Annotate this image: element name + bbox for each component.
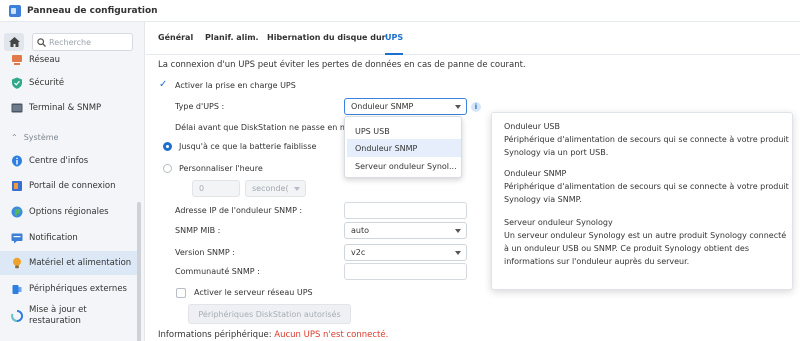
chat-icon (11, 232, 23, 244)
network-icon (11, 54, 23, 66)
chevron-down-icon (455, 251, 461, 255)
title-bar: Panneau de configuration (0, 0, 800, 22)
tooltip-server-title: Serveur onduleur Synology (504, 218, 613, 227)
ups-type-value: Onduleur SNMP (351, 102, 414, 111)
sidebar-item-label: Terminal & SNMP (29, 103, 102, 113)
sidebar-item-centre-infos[interactable]: Centre d'infos (0, 149, 137, 173)
tooltip-usb: Onduleur USB Périphérique d'alimentation… (504, 120, 789, 159)
time-unit-value: seconde( (252, 184, 289, 193)
sidebar-item-reseau[interactable]: Réseau (0, 48, 137, 72)
globe-icon (11, 206, 23, 218)
sidebar: Réseau Sécurité Terminal & SNMP ⌃ Systèm… (0, 22, 145, 341)
control-panel-icon (9, 4, 21, 17)
snmp-version-value: v2c (351, 248, 366, 257)
tab-planif-alim[interactable]: Planif. alim. (205, 33, 259, 42)
home-icon (8, 37, 20, 47)
snmp-mib-label: SNMP MIB : (175, 226, 221, 235)
tab-hibernation[interactable]: Hibernation du disque dur (267, 33, 386, 42)
snmp-ip-field[interactable] (344, 202, 467, 219)
option-serveur-onduleur[interactable]: Serveur onduleur Synol... (347, 157, 461, 175)
window-title: Panneau de configuration (27, 5, 158, 16)
device-info-line: Informations périphérique: Aucun UPS n'e… (158, 330, 388, 340)
sidebar-scrollbar[interactable] (137, 202, 141, 341)
allowed-devices-button[interactable]: Périphériques DiskStation autorisés (188, 304, 351, 324)
sidebar-item-options-regionales[interactable]: Options régionales (0, 200, 137, 224)
sidebar-item-label: Portail de connexion (29, 181, 116, 191)
chevron-down-icon (455, 105, 461, 109)
tooltip-usb-title: Onduleur USB (504, 122, 560, 131)
sidebar-item-securite[interactable]: Sécurité (0, 71, 137, 95)
snmp-community-field[interactable] (344, 263, 467, 280)
sidebar-item-label: Réseau (29, 55, 61, 65)
sidebar-item-label: Options régionales (29, 207, 109, 217)
ups-type-tooltip: Onduleur USB Périphérique d'alimentation… (491, 112, 793, 290)
radio-battery-low-label: Jusqu'à ce que la batterie faiblisse (179, 142, 317, 151)
sidebar-item-materiel[interactable]: Matériel et alimentation (0, 251, 137, 275)
snmp-version-label: Version SNMP : (175, 248, 235, 257)
tooltip-usb-text: Périphérique d'alimentation de secours q… (504, 135, 789, 157)
tab-general[interactable]: Général (158, 33, 193, 42)
ups-type-label: Type d'UPS : (175, 102, 225, 111)
main-panel: Général Planif. alim. Hibernation du dis… (146, 22, 800, 341)
snmp-ip-label: Adresse IP de l'onduleur SNMP : (175, 206, 303, 215)
time-value: 0 (199, 184, 205, 193)
update-icon (11, 310, 23, 322)
info-icon (11, 155, 23, 167)
sidebar-item-mise-a-jour[interactable]: Mise à jour et restauration (0, 302, 137, 330)
sidebar-item-label: Périphériques externes (29, 284, 127, 294)
snmp-version-select[interactable]: v2c (344, 244, 467, 261)
tooltip-snmp-text: Périphérique d'alimentation de secours q… (504, 182, 789, 204)
tab-bar: Général Planif. alim. Hibernation du dis… (146, 22, 800, 55)
sidebar-section-label: Système (23, 133, 59, 142)
tab-ups[interactable]: UPS (385, 33, 404, 55)
login-portal-icon (11, 180, 23, 192)
search-icon (37, 37, 46, 47)
chevron-down-icon (294, 187, 300, 191)
tooltip-server-text: Un serveur onduleur Synology est un autr… (504, 231, 787, 266)
radio-battery-low[interactable] (163, 142, 172, 151)
tooltip-snmp-title: Onduleur SNMP (504, 169, 567, 178)
sidebar-item-label: Notification (29, 233, 78, 243)
snmp-community-label: Communauté SNMP : (175, 267, 260, 276)
sidebar-item-portail[interactable]: Portail de connexion (0, 174, 137, 198)
device-info-status: Aucun UPS n'est connecté. (274, 330, 389, 340)
tooltip-snmp: Onduleur SNMP Périphérique d'alimentatio… (504, 167, 789, 206)
search-input[interactable] (49, 37, 129, 47)
bulb-icon (11, 257, 23, 269)
snmp-mib-select[interactable]: auto (344, 222, 467, 239)
sidebar-item-terminal[interactable]: Terminal & SNMP (0, 96, 137, 120)
chevron-down-icon (455, 229, 461, 233)
time-unit-select[interactable]: seconde( (245, 180, 306, 197)
ups-type-select[interactable]: Onduleur SNMP (344, 98, 467, 115)
ups-server-checkbox[interactable] (176, 288, 186, 298)
sidebar-item-label: Centre d'infos (29, 156, 89, 166)
device-info-label: Informations périphérique: (158, 330, 272, 340)
radio-custom-time-label: Personnaliser l'heure (179, 164, 263, 173)
ups-description: La connexion d'un UPS peut éviter les pe… (158, 60, 526, 70)
sidebar-item-peripheriques[interactable]: Périphériques externes (0, 277, 137, 301)
delay-label: Délai avant que DiskStation ne passe en … (175, 123, 348, 132)
ups-server-label: Activer le serveur réseau UPS (194, 288, 313, 297)
enable-ups-checkbox[interactable]: ✓ (159, 79, 167, 90)
allowed-devices-label: Périphériques DiskStation autorisés (198, 309, 341, 319)
sidebar-item-label: Mise à jour et restauration (29, 305, 87, 326)
terminal-icon (11, 102, 23, 114)
enable-ups-label: Activer la prise en charge UPS (175, 81, 296, 90)
option-onduleur-snmp[interactable]: Onduleur SNMP (347, 139, 461, 157)
chevron-up-icon: ⌃ (11, 133, 18, 142)
sidebar-item-label: Sécurité (29, 78, 65, 88)
sidebar-section-systeme[interactable]: ⌃ Système (11, 133, 58, 142)
time-value-field[interactable]: 0 (192, 180, 240, 197)
option-ups-usb[interactable]: UPS USB (347, 122, 461, 140)
usb-icon (11, 283, 23, 295)
info-icon[interactable]: i (471, 102, 481, 112)
sidebar-item-notification[interactable]: Notification (0, 226, 137, 250)
shield-icon (11, 77, 23, 89)
radio-custom-time[interactable] (163, 164, 172, 173)
sidebar-item-label: Matériel et alimentation (29, 258, 132, 268)
ups-type-dropdown: UPS USB Onduleur SNMP Serveur onduleur S… (344, 116, 462, 178)
snmp-mib-value: auto (351, 226, 370, 235)
tooltip-server: Serveur onduleur Synology Un serveur ond… (504, 216, 789, 268)
